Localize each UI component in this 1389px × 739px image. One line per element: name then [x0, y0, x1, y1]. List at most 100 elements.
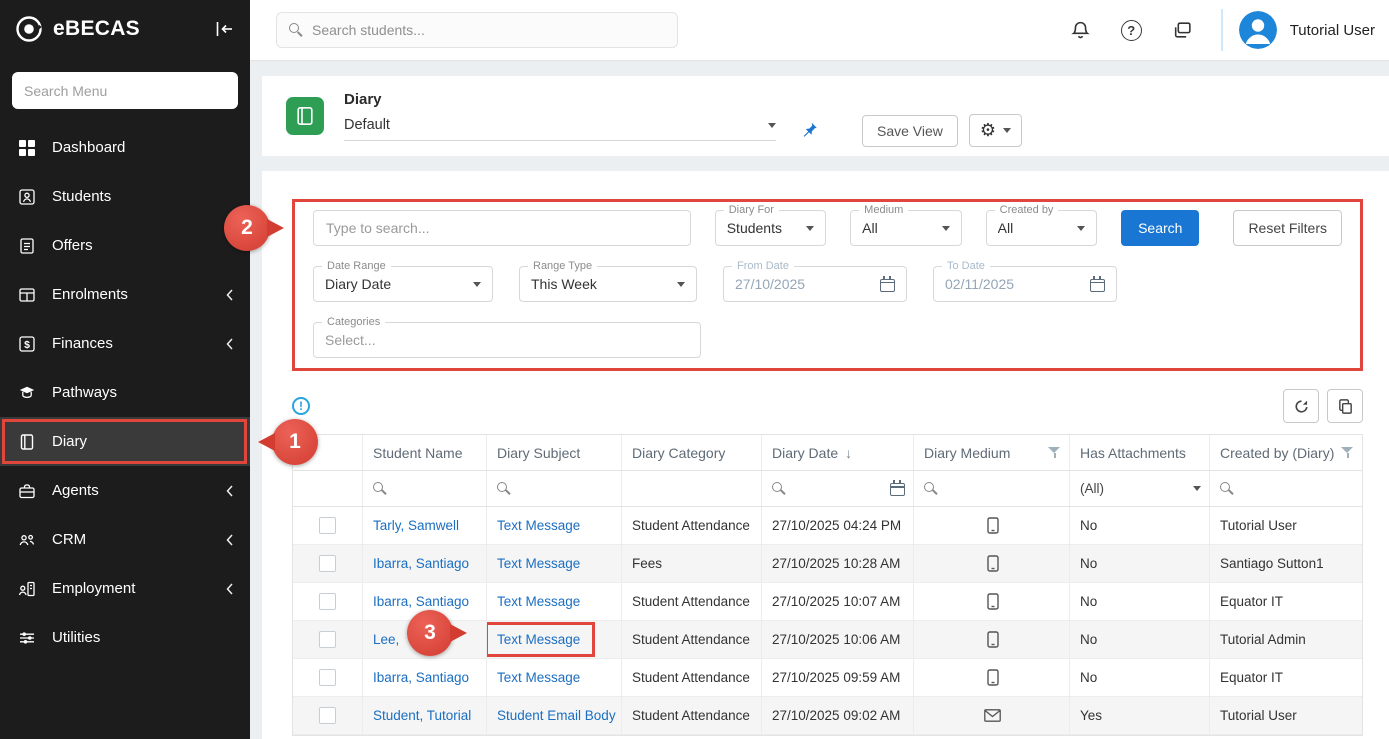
- diary-for-select[interactable]: Diary For Students: [715, 210, 826, 246]
- to-date-label: To Date: [942, 260, 990, 272]
- column-header-created-by[interactable]: Created by (Diary): [1210, 435, 1362, 470]
- phone-icon: [987, 593, 999, 610]
- filter-row-3: Categories Select...: [313, 322, 1342, 358]
- view-settings-button[interactable]: [969, 114, 1022, 147]
- view-select[interactable]: Default: [344, 117, 776, 141]
- sidebar-item-label: Employment: [52, 580, 135, 597]
- sidebar-item-label: Offers: [52, 237, 93, 254]
- column-header-student-name[interactable]: Student Name: [363, 435, 487, 470]
- filter-diary-subject[interactable]: [487, 471, 622, 506]
- student-name-link[interactable]: Student, Tutorial: [373, 708, 471, 723]
- filter-funnel-icon[interactable]: [1048, 446, 1061, 459]
- filter-diary-medium[interactable]: [914, 471, 1070, 506]
- feedback-chat-icon[interactable]: [1172, 20, 1193, 41]
- row-checkbox[interactable]: [319, 707, 336, 724]
- calendar-icon: [880, 279, 895, 292]
- filter-created-by[interactable]: [1210, 471, 1362, 506]
- diary-medium-cell: [914, 583, 1070, 620]
- view-selector-group: Diary Default: [344, 91, 776, 141]
- from-date-input[interactable]: From Date 27/10/2025: [723, 266, 907, 302]
- student-name-link[interactable]: Ibarra, Santiago: [373, 556, 469, 571]
- row-checkbox[interactable]: [319, 517, 336, 534]
- column-header-diary-subject[interactable]: Diary Subject: [487, 435, 622, 470]
- step-2-marker: 2: [224, 205, 270, 251]
- student-name-link[interactable]: Ibarra, Santiago: [373, 594, 469, 609]
- enrolments-icon: [17, 286, 37, 304]
- sidebar-item-utilities[interactable]: Utilities: [0, 613, 250, 662]
- sidebar-item-employment[interactable]: Employment: [0, 564, 250, 613]
- sidebar-item-pathways[interactable]: Pathways: [0, 368, 250, 417]
- sidebar-collapse-icon[interactable]: [215, 21, 235, 37]
- column-header-diary-date[interactable]: Diary Date: [762, 435, 914, 470]
- table-row: Tarly, Samwell Text Message Student Atte…: [293, 507, 1362, 545]
- diary-subject-link[interactable]: Text Message: [497, 594, 580, 609]
- sidebar-item-label: Agents: [52, 482, 99, 499]
- diary-subject-link[interactable]: Text Message: [497, 518, 580, 533]
- has-attachments: No: [1080, 556, 1097, 571]
- reset-filters-button[interactable]: Reset Filters: [1233, 210, 1342, 246]
- student-search-input[interactable]: [312, 22, 665, 38]
- info-icon[interactable]: [292, 397, 310, 415]
- diary-text-search-input[interactable]: [313, 210, 691, 246]
- categories-select[interactable]: Categories Select...: [313, 322, 701, 358]
- help-icon[interactable]: [1121, 20, 1142, 41]
- gear-icon: [980, 121, 996, 141]
- topbar: Tutorial User: [250, 0, 1389, 61]
- refresh-button[interactable]: [1283, 389, 1319, 423]
- filter-diary-category[interactable]: [622, 471, 762, 506]
- filter-funnel-icon[interactable]: [1341, 446, 1354, 459]
- diary-subject-link[interactable]: Student Email Body: [497, 708, 616, 723]
- sidebar-item-label: CRM: [52, 531, 86, 548]
- sidebar-item-offers[interactable]: Offers: [0, 221, 250, 270]
- filter-diary-date[interactable]: [762, 471, 914, 506]
- search-button[interactable]: Search: [1121, 210, 1199, 246]
- save-view-button[interactable]: Save View: [862, 115, 958, 147]
- filter-has-attachments[interactable]: (All): [1070, 471, 1210, 506]
- sidebar-item-agents[interactable]: Agents: [0, 466, 250, 515]
- row-checkbox[interactable]: [319, 593, 336, 610]
- offers-icon: [17, 237, 37, 255]
- row-checkbox[interactable]: [319, 669, 336, 686]
- row-checkbox[interactable]: [319, 555, 336, 572]
- created-by-select[interactable]: Created by All: [986, 210, 1097, 246]
- phone-icon: [987, 669, 999, 686]
- filter-student-name[interactable]: [363, 471, 487, 506]
- sidebar-item-dashboard[interactable]: Dashboard: [0, 123, 250, 172]
- phone-icon: [987, 517, 999, 534]
- student-name-link[interactable]: Tarly, Samwell: [373, 518, 459, 533]
- sidebar-item-students[interactable]: Students: [0, 172, 250, 221]
- diary-subject-link[interactable]: Text Message: [497, 556, 580, 571]
- search-icon: [373, 482, 387, 496]
- chevron-down-icon: [473, 282, 481, 287]
- calendar-icon[interactable]: [890, 483, 905, 496]
- sidebar-item-label: Finances: [52, 335, 113, 352]
- diary-date: 27/10/2025 10:06 AM: [772, 632, 900, 647]
- student-name-link[interactable]: Lee,: [373, 632, 399, 647]
- diary-subject-link[interactable]: Text Message: [497, 632, 580, 647]
- svg-text:$: $: [24, 338, 30, 350]
- student-name-link[interactable]: Ibarra, Santiago: [373, 670, 469, 685]
- sidebar-item-finances[interactable]: $ Finances: [0, 319, 250, 368]
- range-type-select[interactable]: Range Type This Week: [519, 266, 697, 302]
- diary-category: Student Attendance: [632, 632, 750, 647]
- has-attachments: No: [1080, 670, 1097, 685]
- diary-date: 27/10/2025 10:28 AM: [772, 556, 900, 571]
- notifications-bell-icon[interactable]: [1070, 20, 1091, 41]
- row-checkbox[interactable]: [319, 631, 336, 648]
- copy-button[interactable]: [1327, 389, 1363, 423]
- user-menu[interactable]: Tutorial User: [1221, 9, 1375, 51]
- menu-search-input[interactable]: [12, 72, 238, 109]
- medium-select[interactable]: Medium All: [850, 210, 961, 246]
- sidebar-item-diary[interactable]: Diary: [0, 417, 250, 466]
- to-date-input[interactable]: To Date 02/11/2025: [933, 266, 1117, 302]
- chevron-down-icon: [806, 226, 814, 231]
- column-header-diary-medium[interactable]: Diary Medium: [914, 435, 1070, 470]
- sidebar-item-enrolments[interactable]: Enrolments: [0, 270, 250, 319]
- diary-medium-cell: [914, 697, 1070, 734]
- date-range-select[interactable]: Date Range Diary Date: [313, 266, 493, 302]
- pin-view-icon[interactable]: [802, 122, 818, 139]
- column-header-diary-category[interactable]: Diary Category: [622, 435, 762, 470]
- column-header-has-attachments[interactable]: Has Attachments: [1070, 435, 1210, 470]
- diary-subject-link[interactable]: Text Message: [497, 670, 580, 685]
- sidebar-item-crm[interactable]: CRM: [0, 515, 250, 564]
